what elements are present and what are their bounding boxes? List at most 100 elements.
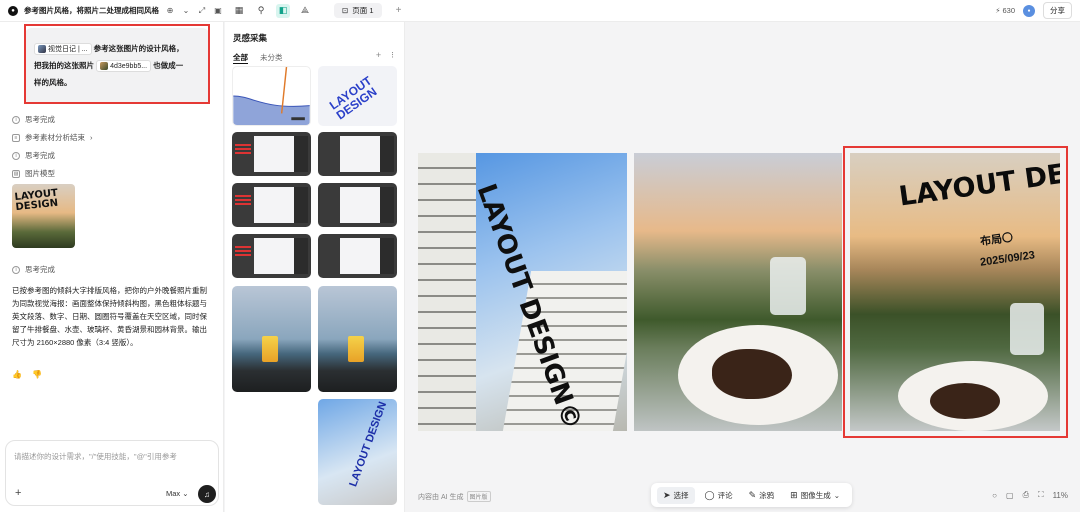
chart-thumb <box>233 67 310 125</box>
share-button[interactable]: 分享 <box>1043 2 1072 19</box>
reference-poster-image[interactable]: LAYOUT DESIGN© <box>418 153 627 431</box>
status-reference-analysis[interactable]: ≡ 参考素材分析结束 › <box>12 132 93 143</box>
tab-page-1[interactable]: ⊡ 页面 1 <box>334 3 382 18</box>
window-thumb <box>254 238 294 274</box>
reference-chip-label: 视觉日记 | ... <box>48 45 88 53</box>
info-icon: i <box>12 115 20 124</box>
window-thumb <box>340 238 380 274</box>
ai-caption: 内容由 AI 生成 图片版 <box>418 491 491 502</box>
app-logo-icon[interactable]: ● <box>8 5 18 16</box>
inspiration-item[interactable] <box>232 286 311 392</box>
status-thinking-2[interactable]: i 思考完成 <box>12 150 55 161</box>
building-left <box>418 153 476 431</box>
photo-chip[interactable]: 4d3e9bb5... <box>96 60 152 73</box>
inspiration-item[interactable]: LAYOUT DESIGN <box>318 66 397 126</box>
add-icon[interactable]: + <box>376 50 381 61</box>
inspiration-item[interactable] <box>318 234 397 278</box>
fullscreen-icon[interactable]: ⛶ <box>1038 490 1044 500</box>
user-avatar[interactable]: ● <box>1023 4 1035 17</box>
status-label: 思考完成 <box>25 115 55 124</box>
expand-icon[interactable]: ⤢ <box>197 6 207 16</box>
thumbs-up-icon[interactable]: 👍 <box>12 370 22 379</box>
status-image-model[interactable]: ▨ 图片模型 <box>12 168 55 179</box>
select-icon[interactable]: ⁝ <box>391 50 394 61</box>
doodle-tool-label: 涂鸦 <box>759 490 775 500</box>
comment-tool-button[interactable]: ◯ 评论 <box>699 487 739 504</box>
side-panel-thumb <box>380 187 394 223</box>
inspiration-title: 灵感采集 <box>233 33 268 43</box>
inspiration-item[interactable] <box>318 132 397 176</box>
generated-poster-image[interactable]: LAYOUT DESIGN© 布局〇 2025/09/23 <box>850 153 1060 431</box>
credits-counter[interactable]: ⚡ 630 <box>995 6 1015 15</box>
inspiration-icon[interactable]: ◧ <box>276 3 290 18</box>
image-generate-label: 图像生成 <box>800 490 831 500</box>
status-label: 参考素材分析结束 <box>25 133 85 142</box>
status-label: 思考完成 <box>25 265 55 274</box>
reference-chip[interactable]: 视觉日记 | ... <box>34 43 92 56</box>
steak-shape <box>930 383 1000 419</box>
original-photo-image[interactable] <box>634 153 842 431</box>
message-composer[interactable]: 请描述你的设计需求，"/"使用技能，"@"引用参考 + Max ⌄ ♫ <box>5 440 219 506</box>
reference-thumb <box>38 45 46 54</box>
inspiration-item[interactable] <box>232 183 311 227</box>
inspiration-item[interactable] <box>232 234 311 278</box>
model-mode-select[interactable]: Max ⌄ <box>166 489 189 498</box>
pitcher-shape <box>770 257 806 315</box>
tab-all[interactable]: 全部 <box>233 52 248 64</box>
canvas-toolbar: ➤ 选择 ◯ 评论 ✎ 涂鸦 ⊞ 图像生成 ⌄ <box>651 483 853 507</box>
doodle-tool-button[interactable]: ✎ 涂鸦 <box>743 487 781 504</box>
new-chat-icon[interactable]: ⊕ <box>165 6 175 16</box>
sidebar-toggle-icon[interactable]: ▣ <box>213 6 223 16</box>
inspiration-item[interactable]: LAYOUT DESIGN <box>318 399 397 505</box>
tab-uncategorized[interactable]: 未分类 <box>260 52 283 64</box>
status-label: 思考完成 <box>25 151 55 160</box>
zoom-controls: ○ ▢ ⎙ ⛶ 11% <box>992 490 1068 500</box>
inspiration-item[interactable] <box>318 183 397 227</box>
add-page-icon[interactable]: + <box>396 5 402 16</box>
inspiration-item[interactable] <box>232 132 311 176</box>
user-message: 视觉日记 | ... 参考这张图片的设计风格， 把我拍的这张照片 4d3e9bb… <box>24 28 210 104</box>
inspiration-tabs: 全部 未分类 <box>233 52 283 64</box>
status-thinking-1[interactable]: i 思考完成 <box>12 114 55 125</box>
zoom-level[interactable]: 11% <box>1053 491 1068 500</box>
chevron-down-icon[interactable]: ⌄ <box>181 6 191 16</box>
thumbs-down-icon[interactable]: 👎 <box>32 370 42 379</box>
photo-chip-label: 4d3e9bb5... <box>110 62 148 70</box>
select-tool-label: 选择 <box>673 490 689 500</box>
top-bar-left: ● 参考图片风格，将照片二处理成相同风格 ⊕ ⌄ ⤢ ▣ <box>0 5 224 16</box>
image-generate-button[interactable]: ⊞ 图像生成 ⌄ <box>784 487 846 504</box>
project-title[interactable]: 参考图片风格，将照片二处理成相同风格 <box>24 5 159 16</box>
message-text-2: 把我拍的这张照片 <box>34 61 94 70</box>
share-graph-icon[interactable]: ⟁ <box>298 4 312 18</box>
chevron-right-icon: › <box>90 133 93 142</box>
select-tool-button[interactable]: ➤ 选择 <box>657 486 695 504</box>
export-icon[interactable]: ⎙ <box>1023 490 1029 500</box>
frame-icon[interactable]: ▢ <box>1006 491 1014 500</box>
poster-thumb-text: LAYOUT DESIGN <box>326 73 380 123</box>
feedback-row: 👍 👎 <box>12 370 42 379</box>
chat-panel: 视觉日记 | ... 参考这张图片的设计风格， 把我拍的这张照片 4d3e9bb… <box>0 22 224 512</box>
thumbnail-title: LAYOUT DESIGN <box>14 187 59 214</box>
nodes-icon[interactable]: ⚲ <box>254 4 268 18</box>
assistant-response: 已按参考图的倾斜大字排版风格，把你的户外晚餐照片重制为同款视觉海报：画面整体保持… <box>12 286 207 347</box>
poster-thumb-text: LAYOUT DESIGN <box>347 400 390 489</box>
inspiration-item[interactable] <box>318 286 397 392</box>
side-panel-thumb <box>294 238 308 274</box>
caption-text: 内容由 AI 生成 <box>418 493 464 501</box>
status-thinking-3[interactable]: i 思考完成 <box>12 264 55 275</box>
glass-thumb <box>262 336 278 362</box>
inspiration-item[interactable] <box>232 66 311 126</box>
poster2-subtitle: 布局〇 <box>979 231 1014 249</box>
chevron-down-icon: ⌄ <box>833 490 841 500</box>
red-annotation <box>235 195 251 205</box>
circle-tool-icon[interactable]: ○ <box>992 491 997 500</box>
side-panel-thumb <box>380 136 394 172</box>
layers-icon[interactable]: ▦ <box>232 4 246 18</box>
info-icon: i <box>12 151 20 160</box>
voice-input-icon[interactable]: ♫ <box>198 485 216 503</box>
attach-plus-icon[interactable]: + <box>15 487 21 499</box>
generated-image-thumbnail[interactable]: LAYOUT DESIGN <box>12 184 75 248</box>
comment-tool-label: 评论 <box>717 490 733 500</box>
design-canvas[interactable]: LAYOUT DESIGN© LAYOUT DESIGN© 布局〇 2025/0… <box>406 22 1080 512</box>
photo-thumb <box>100 62 109 71</box>
